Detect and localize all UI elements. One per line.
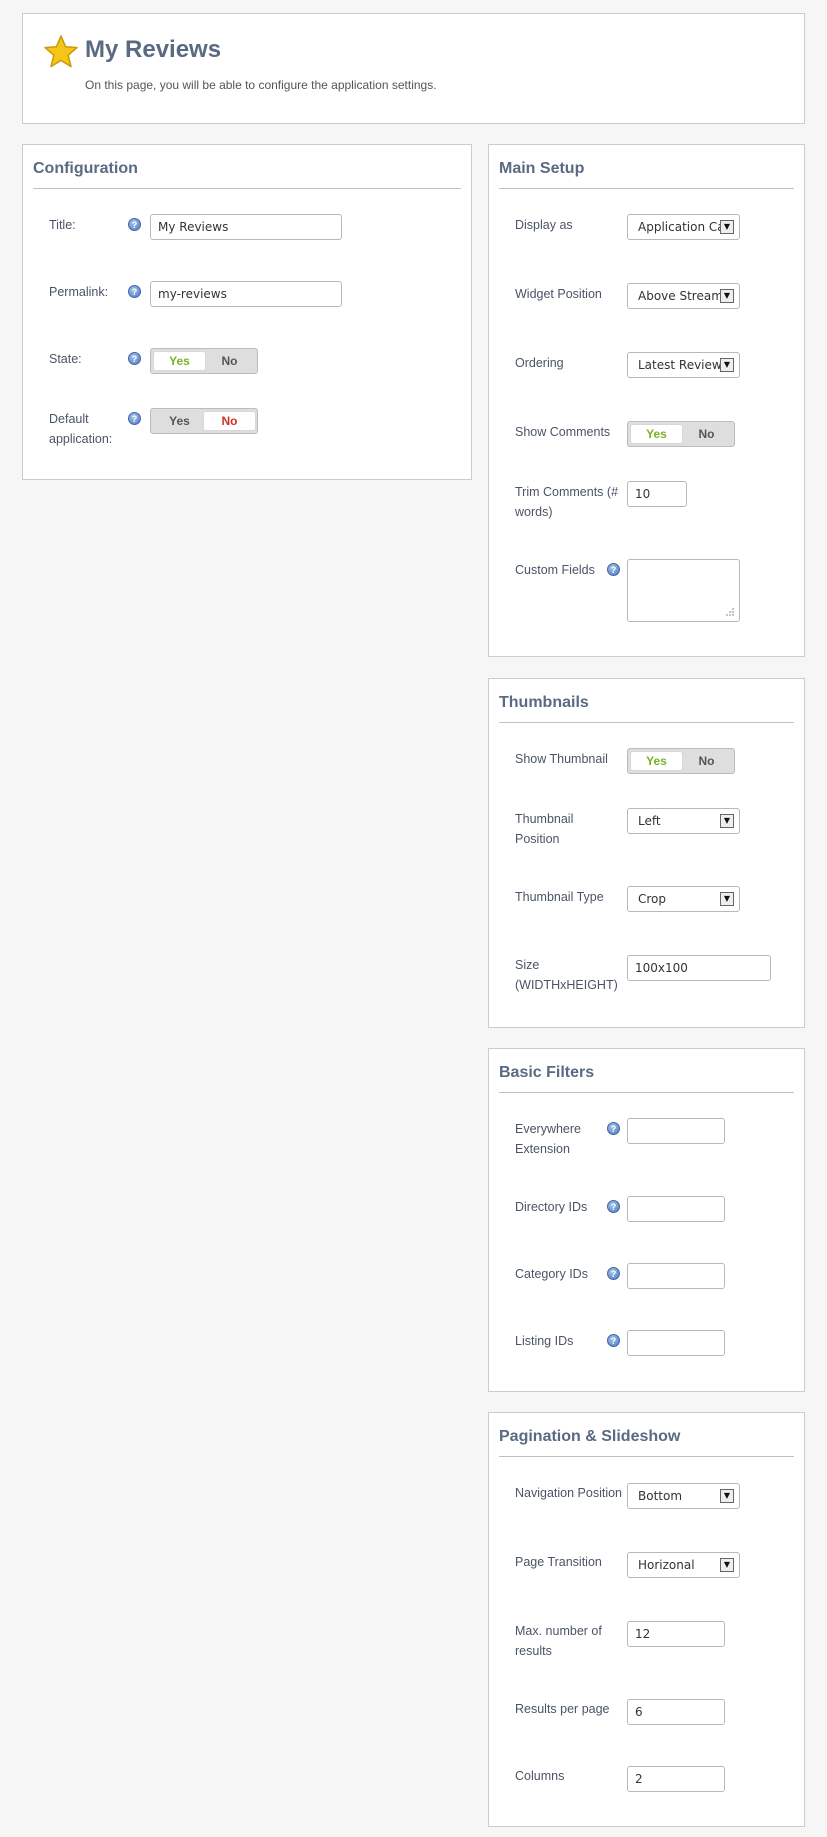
- comments-yes-option[interactable]: Yes: [631, 425, 682, 443]
- show-comments-label: Show Comments: [515, 425, 611, 439]
- page-description: On this page, you will be able to config…: [85, 78, 437, 92]
- help-icon[interactable]: ?: [607, 1267, 620, 1280]
- display-as-select[interactable]: Application Ca ▼: [627, 214, 740, 240]
- listing-ids-input[interactable]: [627, 1330, 725, 1356]
- help-icon[interactable]: ?: [607, 563, 620, 576]
- pagination-panel: Pagination & Slideshow Navigation Positi…: [488, 1412, 805, 1827]
- category-ids-label: Category IDs: [515, 1267, 588, 1281]
- show-thumbnail-toggle[interactable]: Yes No: [627, 748, 735, 774]
- state-label: State:: [49, 352, 82, 366]
- resize-grip-icon[interactable]: [725, 607, 735, 617]
- permalink-label: Permalink:: [49, 285, 109, 299]
- columns-label: Columns: [515, 1769, 565, 1783]
- custom-fields-textarea[interactable]: [627, 559, 740, 622]
- columns-input[interactable]: 2: [627, 1766, 725, 1792]
- thumbnails-heading: Thumbnails: [499, 693, 794, 723]
- page-transition-select[interactable]: Horizonal ▼: [627, 1552, 740, 1578]
- display-as-value: Application Ca: [638, 220, 725, 234]
- thumbnail-type-select[interactable]: Crop ▼: [627, 886, 740, 912]
- everywhere-extension-label: Everywhere Extension: [515, 1122, 581, 1156]
- star-icon: [44, 35, 78, 68]
- thumbnail-type-label: Thumbnail Type: [515, 890, 604, 904]
- widget-position-label: Widget Position: [515, 287, 602, 301]
- page-title: My Reviews: [85, 36, 222, 63]
- dropdown-arrow-icon: ▼: [720, 1489, 734, 1503]
- configuration-heading: Configuration: [33, 159, 461, 189]
- help-icon[interactable]: ?: [607, 1334, 620, 1347]
- thumbnail-position-value: Left: [638, 814, 661, 828]
- thumbnail-position-label: Thumbnail Position: [515, 812, 574, 846]
- thumbnail-type-value: Crop: [638, 892, 667, 906]
- help-icon[interactable]: ?: [128, 218, 141, 231]
- help-icon[interactable]: ?: [128, 285, 141, 298]
- everywhere-extension-input[interactable]: [627, 1118, 725, 1144]
- basic-filters-heading: Basic Filters: [499, 1063, 794, 1093]
- page-header: My Reviews On this page, you will be abl…: [22, 13, 805, 124]
- default-yes-option[interactable]: Yes: [154, 412, 205, 430]
- results-per-page-label: Results per page: [515, 1702, 610, 1716]
- dropdown-arrow-icon: ▼: [720, 814, 734, 828]
- show-thumbnail-label: Show Thumbnail: [515, 752, 608, 766]
- thumbnail-yes-option[interactable]: Yes: [631, 752, 682, 770]
- widget-position-select[interactable]: Above Stream ▼: [627, 283, 740, 309]
- category-ids-input[interactable]: [627, 1263, 725, 1289]
- listing-ids-label: Listing IDs: [515, 1334, 574, 1348]
- help-icon[interactable]: ?: [128, 412, 141, 425]
- dropdown-arrow-icon: ▼: [720, 289, 734, 303]
- max-results-input[interactable]: 12: [627, 1621, 725, 1647]
- page-transition-value: Horizonal: [638, 1558, 695, 1572]
- size-label: Size (WIDTHxHEIGHT): [515, 958, 618, 992]
- trim-comments-input[interactable]: 10: [627, 481, 687, 507]
- ordering-value: Latest Reviews: [638, 358, 728, 372]
- directory-ids-label: Directory IDs: [515, 1200, 588, 1214]
- navigation-position-label: Navigation Position: [515, 1486, 623, 1500]
- navigation-position-select[interactable]: Bottom ▼: [627, 1483, 740, 1509]
- title-label: Title:: [49, 218, 76, 232]
- dropdown-arrow-icon: ▼: [720, 358, 734, 372]
- help-icon[interactable]: ?: [607, 1122, 620, 1135]
- trim-comments-label: Trim Comments (# words): [515, 485, 619, 519]
- page-transition-label: Page Transition: [515, 1555, 602, 1569]
- widget-position-value: Above Stream: [638, 289, 723, 303]
- state-toggle[interactable]: Yes No: [150, 348, 258, 374]
- display-as-label: Display as: [515, 218, 573, 232]
- thumbnails-panel: Thumbnails Show Thumbnail Yes No Thumbna…: [488, 678, 805, 1028]
- comments-no-option[interactable]: No: [681, 425, 732, 443]
- thumbnail-position-select[interactable]: Left ▼: [627, 808, 740, 834]
- ordering-label: Ordering: [515, 356, 564, 370]
- navigation-position-value: Bottom: [638, 1489, 683, 1503]
- ordering-select[interactable]: Latest Reviews ▼: [627, 352, 740, 378]
- state-no-option[interactable]: No: [204, 352, 255, 370]
- custom-fields-label: Custom Fields: [515, 563, 595, 577]
- pagination-heading: Pagination & Slideshow: [499, 1427, 794, 1457]
- dropdown-arrow-icon: ▼: [720, 892, 734, 906]
- max-results-label: Max. number of results: [515, 1624, 602, 1658]
- default-no-option[interactable]: No: [204, 412, 255, 430]
- main-setup-panel: Main Setup Display as Application Ca ▼ W…: [488, 144, 805, 657]
- directory-ids-input[interactable]: [627, 1196, 725, 1222]
- title-input[interactable]: My Reviews: [150, 214, 342, 240]
- help-icon[interactable]: ?: [128, 352, 141, 365]
- default-application-label: Default application:: [49, 412, 113, 446]
- basic-filters-panel: Basic Filters Everywhere Extension ? Dir…: [488, 1048, 805, 1392]
- configuration-panel: Configuration Title: ? My Reviews Permal…: [22, 144, 472, 480]
- dropdown-arrow-icon: ▼: [720, 1558, 734, 1572]
- help-icon[interactable]: ?: [607, 1200, 620, 1213]
- dropdown-arrow-icon: ▼: [720, 220, 734, 234]
- state-yes-option[interactable]: Yes: [154, 352, 205, 370]
- size-input[interactable]: 100x100: [627, 955, 771, 981]
- results-per-page-input[interactable]: 6: [627, 1699, 725, 1725]
- show-comments-toggle[interactable]: Yes No: [627, 421, 735, 447]
- permalink-input[interactable]: my-reviews: [150, 281, 342, 307]
- thumbnail-no-option[interactable]: No: [681, 752, 732, 770]
- default-application-toggle[interactable]: Yes No: [150, 408, 258, 434]
- main-setup-heading: Main Setup: [499, 159, 794, 189]
